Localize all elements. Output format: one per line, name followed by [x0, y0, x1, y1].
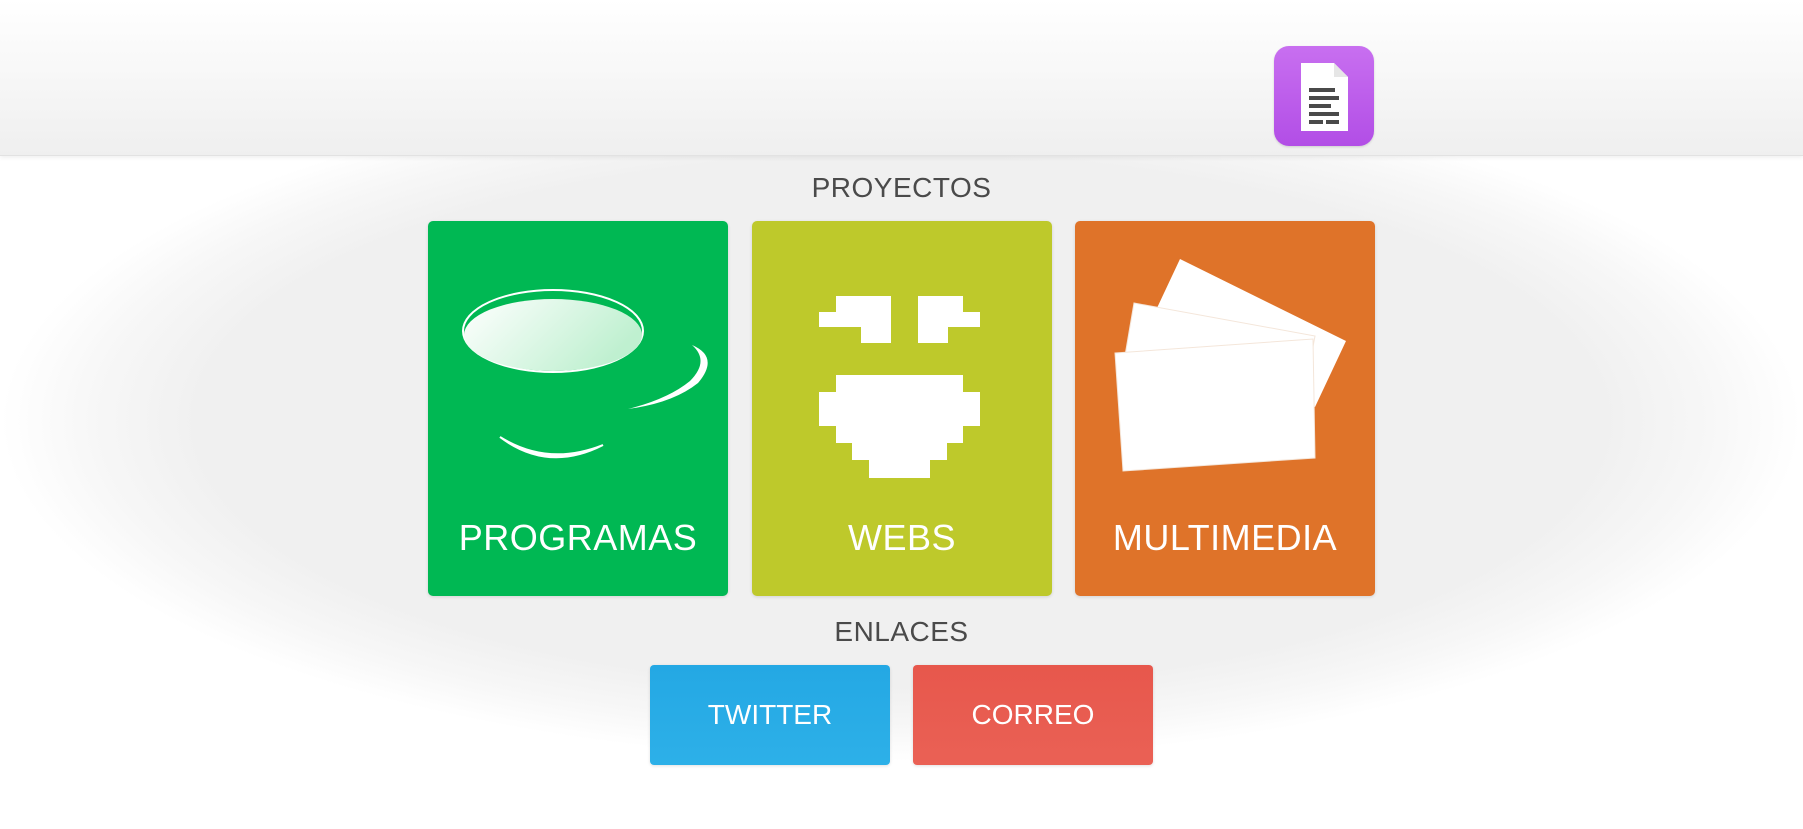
- correo-button[interactable]: CORREO: [913, 665, 1153, 765]
- tile-webs[interactable]: WEBS: [752, 221, 1052, 596]
- header-bar: [0, 0, 1803, 156]
- tile-label-programas: PROGRAMAS: [458, 517, 698, 558]
- tile-label-webs: WEBS: [847, 517, 956, 558]
- main-content: PROYECTOS PROGRAMAS WEBS MULTIMEDIA ENLA…: [0, 156, 1803, 829]
- tile-programas[interactable]: PROGRAMAS: [428, 221, 728, 596]
- section-title-enlaces: ENLACES: [834, 616, 969, 647]
- document-icon: [1301, 63, 1348, 131]
- section-title-proyectos: PROYECTOS: [811, 172, 992, 203]
- document-button[interactable]: [1274, 46, 1374, 146]
- twitter-button[interactable]: TWITTER: [650, 665, 890, 765]
- tile-label-multimedia: MULTIMEDIA: [1112, 517, 1338, 558]
- tile-multimedia[interactable]: MULTIMEDIA: [1075, 221, 1375, 596]
